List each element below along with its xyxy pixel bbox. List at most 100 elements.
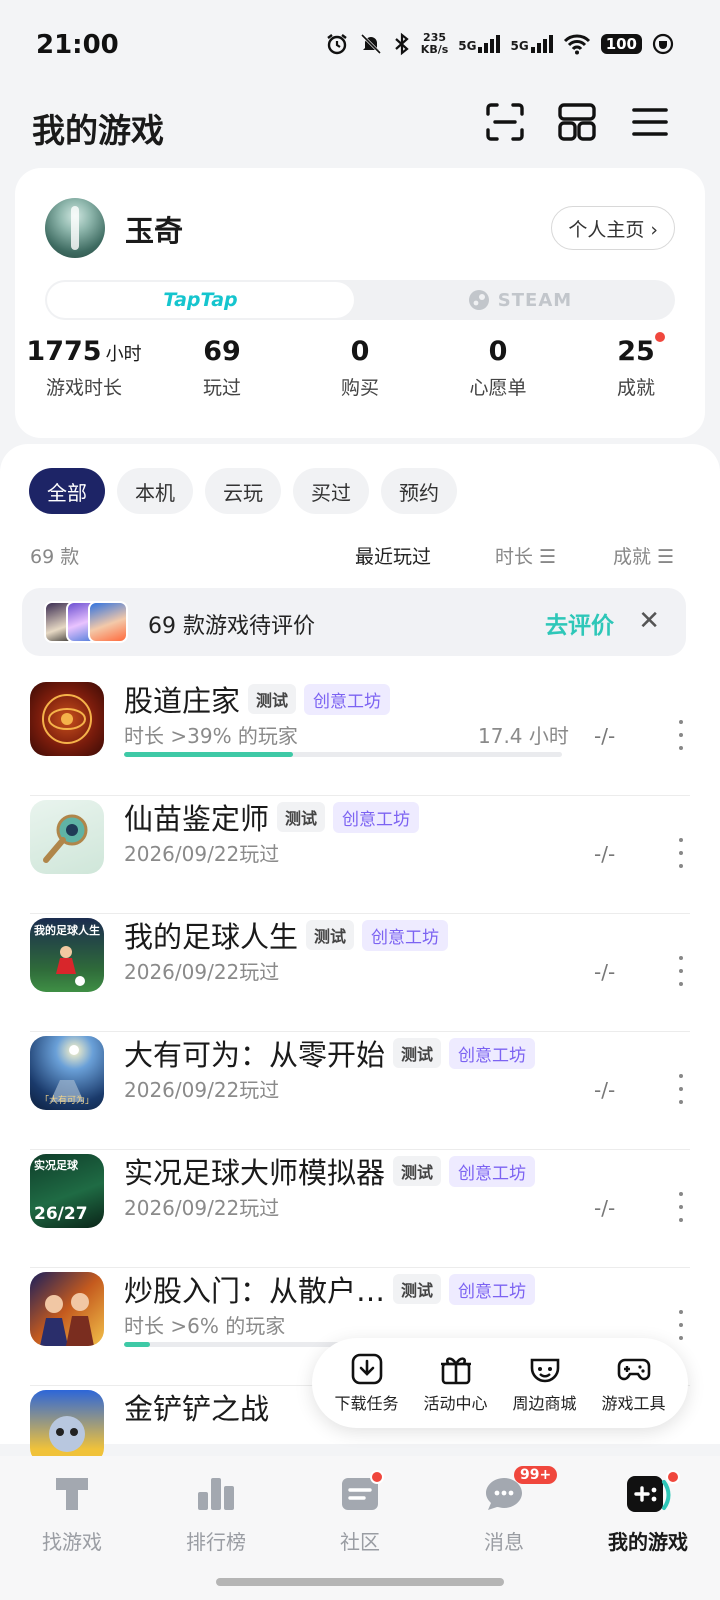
game-tools-button[interactable]: 游戏工具: [592, 1352, 676, 1414]
stat-played[interactable]: 69 玩过: [153, 336, 291, 400]
game-icon[interactable]: [30, 800, 104, 874]
game-row[interactable]: 股道庄家 测试 创意工坊 时长 >39% 的玩家 17.4 小时 -/-: [0, 678, 720, 796]
stat-purchased[interactable]: 0 购买: [291, 336, 429, 400]
game-row[interactable]: 「大有可为」 大有可为：从零开始 测试 创意工坊 2026/09/22玩过 -/…: [0, 1032, 720, 1150]
page-title: 我的游戏: [32, 111, 164, 150]
profile-card: 玉奇 个人主页 › TapTap STEAM 1775 小时 游戏时长 69 玩过…: [15, 168, 705, 438]
tab-steam[interactable]: STEAM: [365, 280, 675, 320]
nav-messages[interactable]: 99+ 消息: [432, 1466, 576, 1555]
filter-bought[interactable]: 买过: [293, 468, 369, 514]
game-title-line: 实况足球大师模拟器 测试 创意工坊: [124, 1150, 536, 1192]
more-icon[interactable]: [676, 1192, 686, 1222]
sort-duration[interactable]: 时长 ☰: [495, 542, 556, 569]
tool-label: 活动中心: [423, 1394, 488, 1413]
homepage-button[interactable]: 个人主页 ›: [551, 206, 675, 250]
game-subtitle: 2026/09/22玩过: [124, 960, 280, 984]
signal-2: 5G: [510, 35, 553, 53]
game-title-line: 大有可为：从零开始 测试 创意工坊: [124, 1032, 536, 1074]
gamepad-icon: [617, 1358, 650, 1381]
nav-find-games[interactable]: 找游戏: [0, 1472, 144, 1555]
notification-dot: [654, 332, 665, 342]
tool-label: 游戏工具: [601, 1394, 666, 1413]
tag-workshop[interactable]: 创意工坊: [449, 1155, 536, 1187]
filter-local[interactable]: 本机: [117, 468, 193, 514]
nav-community[interactable]: 社区: [288, 1470, 432, 1555]
alarm-icon: [327, 34, 347, 55]
ranking-icon: [198, 1478, 234, 1510]
tag-workshop[interactable]: 创意工坊: [362, 919, 449, 951]
steam-label: STEAM: [497, 289, 573, 311]
stat-value: 0: [488, 336, 508, 367]
game-icon[interactable]: 我的足球人生: [30, 918, 104, 992]
stat-unit: 小时: [105, 344, 142, 365]
merch-store-button[interactable]: 周边商城: [503, 1352, 587, 1414]
game-row[interactable]: 我的足球人生 我的足球人生 测试 创意工坊 2026/09/22玩过 -/-: [0, 914, 720, 1032]
events-center-button[interactable]: 活动中心: [414, 1352, 498, 1414]
game-icon[interactable]: [30, 1390, 104, 1464]
game-row[interactable]: 实况足球 26/27 实况足球大师模拟器 测试 创意工坊 2026/09/22玩…: [0, 1150, 720, 1268]
close-icon[interactable]: ✕: [638, 606, 660, 636]
more-icon[interactable]: [676, 1310, 686, 1340]
grid-icon[interactable]: [557, 102, 597, 142]
menu-icon[interactable]: [630, 102, 670, 142]
stat-value: 25: [617, 332, 665, 367]
tab-taptap[interactable]: TapTap: [47, 282, 354, 318]
tag-test: 测试: [306, 920, 355, 950]
tag-test: 测试: [393, 1038, 442, 1068]
filter-cloud[interactable]: 云玩: [205, 468, 281, 514]
stat-label: 玩过: [202, 377, 241, 399]
more-icon[interactable]: [676, 1074, 686, 1104]
tag-workshop[interactable]: 创意工坊: [449, 1037, 536, 1069]
tag-workshop[interactable]: 创意工坊: [304, 683, 391, 715]
notification-dot: [666, 1470, 680, 1484]
review-button[interactable]: 去评价: [545, 606, 614, 640]
more-icon[interactable]: [676, 838, 686, 868]
playtime-progress: [124, 752, 562, 757]
review-banner[interactable]: 69 款游戏待评价 去评价 ✕: [22, 588, 686, 656]
game-icon[interactable]: 「大有可为」: [30, 1036, 104, 1110]
filter-chips: 全部 本机 云玩 买过 预约: [29, 468, 457, 514]
platform-toggle: TapTap STEAM: [45, 280, 675, 320]
game-count: 69 款: [30, 546, 80, 568]
stat-label: 游戏时长: [45, 377, 122, 399]
filter-all[interactable]: 全部: [29, 468, 105, 514]
stat-achievements[interactable]: 25 成就: [567, 332, 705, 400]
page-header: 我的游戏: [0, 92, 720, 162]
game-achievements: -/-: [594, 960, 616, 984]
icon-caption: 实况足球: [34, 1159, 78, 1172]
game-title-line: 仙苗鉴定师 测试 创意工坊: [124, 796, 420, 838]
sort-recent[interactable]: 最近玩过: [355, 542, 431, 569]
game-icon[interactable]: [30, 1272, 104, 1346]
stat-playtime[interactable]: 1775 小时 游戏时长: [15, 336, 153, 400]
nav-label: 排行榜: [186, 1530, 246, 1554]
taptap-logo-icon: [56, 1478, 88, 1510]
game-icon[interactable]: 实况足球 26/27: [30, 1154, 104, 1228]
sort-achievement[interactable]: 成就 ☰: [613, 542, 674, 569]
scan-icon[interactable]: [485, 102, 525, 142]
game-name: 大有可为：从零开始: [124, 1038, 386, 1072]
gift-icon: [440, 1357, 471, 1385]
tool-label: 下载任务: [334, 1394, 399, 1413]
more-icon[interactable]: [676, 720, 686, 750]
more-icon[interactable]: [676, 956, 686, 986]
signal-1: 5G: [458, 35, 501, 53]
playtime-progress-fill: [124, 752, 293, 757]
game-row[interactable]: 仙苗鉴定师 测试 创意工坊 2026/09/22玩过 -/-: [0, 796, 720, 914]
tag-workshop[interactable]: 创意工坊: [449, 1273, 536, 1305]
home-indicator[interactable]: [216, 1578, 504, 1586]
nav-label: 社区: [340, 1530, 380, 1554]
status-time: 21:00: [36, 30, 119, 60]
stat-wishlist[interactable]: 0 心愿单: [429, 336, 567, 400]
nav-my-games[interactable]: 我的游戏: [576, 1470, 720, 1555]
sort-row: 69 款 最近玩过 时长 ☰ 成就 ☰: [30, 540, 690, 570]
filter-reserved[interactable]: 预约: [381, 468, 457, 514]
bluetooth-icon: [395, 32, 409, 56]
tag-workshop[interactable]: 创意工坊: [333, 801, 420, 833]
tag-test: 测试: [277, 802, 326, 832]
avatar[interactable]: [45, 198, 105, 258]
game-icon[interactable]: [30, 682, 104, 756]
game-title-line: 股道庄家 测试 创意工坊: [124, 678, 391, 720]
nav-rankings[interactable]: 排行榜: [144, 1472, 288, 1555]
icon-caption: 我的足球人生: [34, 924, 100, 937]
download-tasks-button[interactable]: 下载任务: [325, 1352, 409, 1414]
